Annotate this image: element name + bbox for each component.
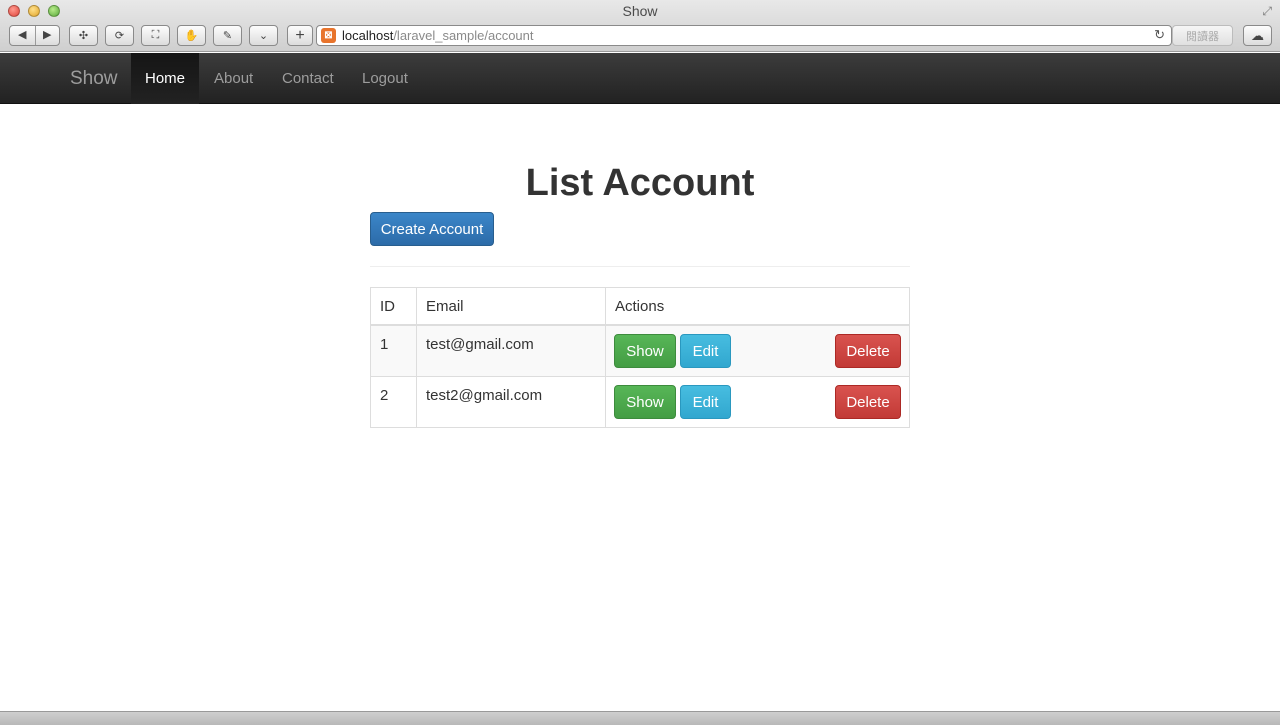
table-header-row: ID Email Actions [371, 288, 909, 326]
address-bar[interactable]: ⊠ localhost/laravel_sample/account ↻ [316, 25, 1172, 46]
delete-button[interactable]: Delete [835, 385, 901, 419]
account-email: test@gmail.com [417, 326, 606, 376]
show-button[interactable]: Show [614, 385, 676, 419]
column-header-actions: Actions [615, 298, 665, 315]
accounts-table: ID Email Actions 1 test@gmail.com Show E… [370, 287, 910, 428]
window-title: Show [622, 3, 658, 19]
fullscreen-icon[interactable]: ⤢ [1262, 4, 1272, 19]
resize-icon[interactable]: ✣ [69, 25, 98, 46]
delete-button[interactable]: Delete [835, 334, 901, 368]
status-bar [0, 711, 1280, 725]
hand-icon[interactable]: ✋ [177, 25, 206, 46]
table-row: 1 test@gmail.com Show Edit Delete [371, 326, 909, 377]
back-icon[interactable]: ◀ [10, 26, 35, 45]
reload-icon[interactable]: ↻ [1154, 27, 1165, 43]
edit-button[interactable]: Edit [680, 334, 731, 368]
url-host: localhost [342, 28, 394, 43]
edit-button[interactable]: Edit [680, 385, 731, 419]
nav-item-about[interactable]: About [214, 53, 253, 104]
browser-chrome: Show ⤢ ◀ ▶ ✣ ⟳ ⛶ ✋ ✎ ⌄ + ⊠ localhost/lar… [0, 0, 1280, 52]
table-row: 2 test2@gmail.com Show Edit Delete [371, 377, 909, 427]
icloud-tabs-icon[interactable]: ☁ [1243, 25, 1272, 46]
row-actions: Show Edit Delete [606, 377, 909, 427]
pocket-icon[interactable]: ⌄ [249, 25, 278, 46]
reader-button[interactable]: 閱讀器 [1172, 25, 1233, 46]
page-title: List Account [525, 162, 755, 204]
column-header-id: ID [371, 288, 417, 324]
account-id: 2 [371, 377, 417, 427]
expand-icon[interactable]: ⛶ [141, 25, 170, 46]
refresh-cycle-icon[interactable]: ⟳ [105, 25, 134, 46]
column-header-email: Email [417, 288, 606, 324]
row-actions: Show Edit Delete [606, 326, 909, 376]
divider [370, 266, 910, 267]
account-email: test2@gmail.com [417, 377, 606, 427]
wrench-icon[interactable]: ✎ [213, 25, 242, 46]
nav-item-contact[interactable]: Contact [282, 53, 334, 104]
title-bar: Show ⤢ [0, 0, 1280, 22]
forward-icon[interactable]: ▶ [34, 26, 60, 45]
nav-item-home[interactable]: Home [131, 53, 199, 104]
url-path: /laravel_sample/account [393, 28, 534, 43]
site-favicon-icon: ⊠ [321, 28, 336, 43]
new-tab-icon[interactable]: + [287, 25, 313, 46]
browser-toolbar: ◀ ▶ ✣ ⟳ ⛶ ✋ ✎ ⌄ + ⊠ localhost/laravel_sa… [0, 22, 1280, 50]
navbar-brand[interactable]: Show [70, 68, 118, 90]
show-button[interactable]: Show [614, 334, 676, 368]
back-forward-group: ◀ ▶ [9, 25, 60, 46]
create-account-button[interactable]: Create Account [370, 212, 494, 246]
nav-item-logout[interactable]: Logout [362, 53, 408, 104]
account-id: 1 [371, 326, 417, 376]
site-navbar: Show Home About Contact Logout [0, 53, 1280, 104]
